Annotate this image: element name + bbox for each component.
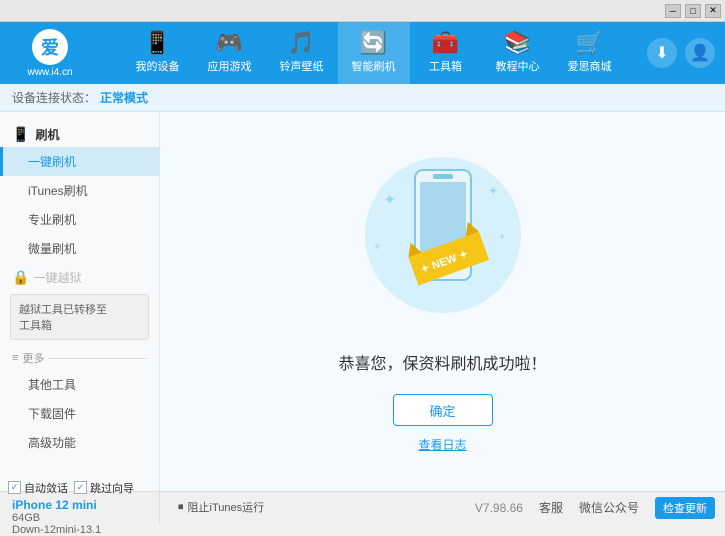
logo-text-icon: 爱 — [41, 34, 59, 60]
stop-itunes-label: 阻止iTunes运行 — [188, 499, 265, 515]
status-value: 正常模式 — [100, 89, 148, 106]
smart-flash-icon: 🔄 — [360, 32, 387, 54]
sidebar-flash-section: 📱 刷机 — [0, 120, 159, 147]
nav-item-tutorials-label: 教程中心 — [496, 58, 540, 74]
nav-item-smart-flash[interactable]: 🔄 智能刷机 — [338, 22, 410, 84]
apps-games-icon: 🎮 — [216, 32, 243, 54]
sidebar-more-divider: ≡ 更多 — [0, 344, 159, 370]
logo-url: www.i4.cn — [27, 67, 72, 78]
nav-item-toolbox[interactable]: 🧰 工具箱 — [410, 22, 482, 84]
svg-text:✦: ✦ — [498, 232, 506, 243]
sidebar: 📱 刷机 一键刷机 iTunes刷机 专业刷机 微量刷机 🔒 一键越狱 越狱工具… — [0, 112, 160, 491]
store-icon: 🛒 — [576, 32, 603, 54]
skip-wizard-checkbox[interactable]: 跳过向导 — [74, 480, 134, 496]
nav-right-controls: ⬇ 👤 — [647, 38, 725, 68]
device-name: iPhone 12 mini — [12, 498, 151, 512]
nav-item-ringtones-label: 铃声壁纸 — [280, 58, 324, 74]
svg-text:✦: ✦ — [383, 192, 396, 209]
nav-item-apps-games-label: 应用游戏 — [208, 58, 252, 74]
window-controls[interactable]: ─ □ ✕ — [665, 4, 721, 18]
tutorials-icon: 📚 — [504, 32, 531, 54]
stop-itunes-icon: ⏹ — [178, 501, 184, 514]
my-device-icon: 📱 — [144, 32, 171, 54]
sidebar-item-pro-flash[interactable]: 专业刷机 — [0, 205, 159, 234]
main-area: 📱 刷机 一键刷机 iTunes刷机 专业刷机 微量刷机 🔒 一键越狱 越狱工具… — [0, 112, 725, 491]
flash-section-title: 刷机 — [35, 126, 59, 143]
divider-line — [48, 358, 147, 359]
logo-area: 爱 www.i4.cn — [0, 25, 100, 82]
nav-item-smart-flash-label: 智能刷机 — [352, 58, 396, 74]
nav-item-ringtones[interactable]: 🎵 铃声壁纸 — [266, 22, 338, 84]
auto-report-label: 自动敛话 — [24, 480, 68, 496]
maximize-button[interactable]: □ — [685, 4, 701, 18]
auto-report-check[interactable] — [8, 481, 21, 494]
phone-svg: ✦ NEW ✦ ✦ ✦ ✦ ✦ — [353, 150, 533, 330]
toolbox-icon: 🧰 — [432, 32, 459, 54]
sidebar-item-itunes-flash[interactable]: iTunes刷机 — [0, 176, 159, 205]
jailbreak-notice: 越狱工具已转移至工具箱 — [10, 294, 149, 340]
top-navigation: 爱 www.i4.cn 📱 我的设备 🎮 应用游戏 🎵 铃声壁纸 🔄 智能刷机 … — [0, 22, 725, 84]
download-button[interactable]: ⬇ — [647, 38, 677, 68]
confirm-button[interactable]: 确定 — [393, 394, 493, 426]
bottom-bar: 自动敛话 跳过向导 iPhone 12 mini 64GB Down-12min… — [0, 491, 725, 523]
nav-item-my-device[interactable]: 📱 我的设备 — [122, 22, 194, 84]
nav-item-tutorials[interactable]: 📚 教程中心 — [482, 22, 554, 84]
sidebar-item-data-flash[interactable]: 微量刷机 — [0, 234, 159, 263]
nav-item-store[interactable]: 🛒 爱思商城 — [554, 22, 626, 84]
jailbreak-lock-icon: 🔒 — [12, 269, 29, 286]
stop-itunes[interactable]: ⏹ 阻止iTunes运行 — [170, 491, 272, 523]
skip-wizard-check[interactable] — [74, 481, 87, 494]
logo-icon: 爱 — [32, 29, 68, 65]
device-storage: 64GB — [12, 512, 151, 524]
success-text: 恭喜您，保资料刷机成功啦！ — [338, 350, 546, 374]
phone-illustration: ✦ NEW ✦ ✦ ✦ ✦ ✦ — [353, 150, 533, 330]
device-model: Down-12mini-13.1 — [12, 524, 151, 536]
divider-icon: ≡ — [12, 352, 18, 364]
user-button[interactable]: 👤 — [685, 38, 715, 68]
nav-item-apps-games[interactable]: 🎮 应用游戏 — [194, 22, 266, 84]
version-label: V7.98.66 — [475, 501, 523, 515]
status-bar: 设备连接状态： 正常模式 — [0, 84, 725, 112]
flash-section-icon: 📱 — [12, 126, 29, 143]
nav-item-my-device-label: 我的设备 — [136, 58, 180, 74]
more-section-title: 更多 — [22, 350, 44, 366]
svg-text:✦: ✦ — [488, 184, 498, 198]
skip-wizard-label: 跳过向导 — [90, 480, 134, 496]
sidebar-item-other-tools[interactable]: 其他工具 — [0, 370, 159, 399]
nav-items: 📱 我的设备 🎮 应用游戏 🎵 铃声壁纸 🔄 智能刷机 🧰 工具箱 📚 教程中心… — [100, 22, 647, 84]
ringtones-icon: 🎵 — [288, 32, 315, 54]
nav-item-toolbox-label: 工具箱 — [429, 58, 462, 74]
jailbreak-label: 一键越狱 — [33, 269, 81, 286]
view-log-link[interactable]: 查看日志 — [418, 436, 466, 453]
customer-service-link[interactable]: 客服 — [539, 499, 563, 516]
status-label: 设备连接状态： — [12, 89, 96, 106]
device-info-area: iPhone 12 mini 64GB Down-12mini-13.1 — [12, 498, 151, 536]
sidebar-item-onekey-flash[interactable]: 一键刷机 — [0, 147, 159, 176]
title-bar: ─ □ ✕ — [0, 0, 725, 22]
check-update-button[interactable]: 检查更新 — [655, 497, 715, 519]
minimize-button[interactable]: ─ — [665, 4, 681, 18]
wechat-link[interactable]: 微信公众号 — [579, 499, 639, 516]
svg-text:✦: ✦ — [373, 242, 381, 253]
auto-report-checkbox[interactable]: 自动敛话 — [8, 480, 68, 496]
bottom-left-section: 自动敛话 跳过向导 iPhone 12 mini 64GB Down-12min… — [0, 492, 160, 523]
nav-item-store-label: 爱思商城 — [568, 58, 612, 74]
jailbreak-notice-text: 越狱工具已转移至工具箱 — [19, 304, 107, 332]
sidebar-item-download-firmware[interactable]: 下载固件 — [0, 399, 159, 428]
bottom-checkboxes: 自动敛话 跳过向导 — [8, 480, 151, 496]
close-button[interactable]: ✕ — [705, 4, 721, 18]
center-content: ✦ NEW ✦ ✦ ✦ ✦ ✦ 恭喜您，保资料刷机成功啦！ 确定 查看日志 — [160, 112, 725, 491]
sidebar-item-advanced[interactable]: 高级功能 — [0, 428, 159, 457]
